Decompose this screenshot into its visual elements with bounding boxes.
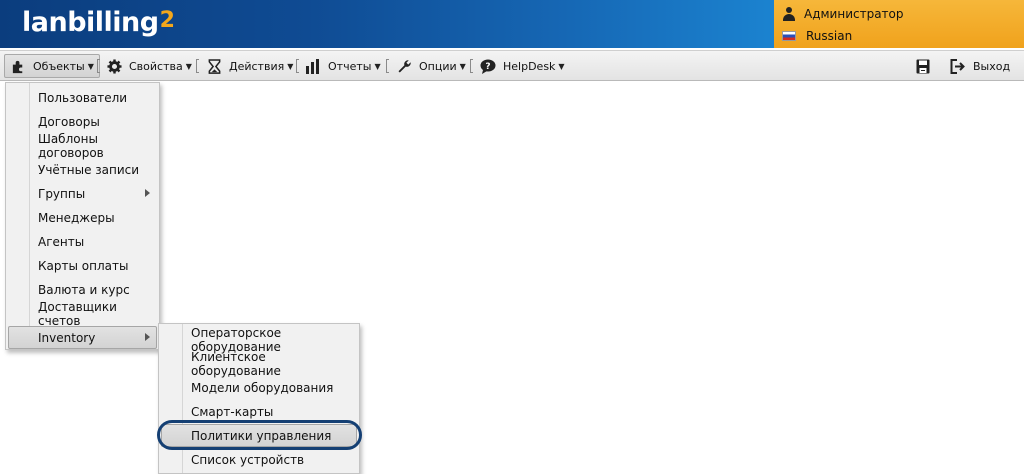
svg-text:?: ? <box>485 62 490 72</box>
menu-actions[interactable]: Действия ▼ <box>200 54 299 78</box>
menu-item-equipment-models[interactable]: Модели оборудования <box>161 376 357 399</box>
logout-icon <box>950 58 966 74</box>
toolbar-separator <box>470 59 473 73</box>
menu-item-contracts[interactable]: Договоры <box>8 110 157 133</box>
puzzle-icon <box>10 58 26 74</box>
menu-item-managers[interactable]: Менеджеры <box>8 206 157 229</box>
russian-flag-icon <box>782 31 796 41</box>
menu-item-accounts[interactable]: Учётные записи <box>8 158 157 181</box>
menu-item-client-equipment[interactable]: Клиентское оборудование <box>161 349 357 378</box>
bar-chart-icon <box>305 58 321 74</box>
menu-item-device-list[interactable]: Список устройств <box>161 448 357 471</box>
current-user[interactable]: Администратор <box>782 4 904 24</box>
menu-item-management-policies[interactable]: Политики управления <box>161 424 357 447</box>
menu-item-label: Клиентское оборудование <box>191 349 281 378</box>
menu-item-label: Карты оплаты <box>38 258 129 273</box>
menu-helpdesk[interactable]: ? HelpDesk ▼ <box>474 54 571 78</box>
chevron-down-icon: ▼ <box>459 61 466 71</box>
hourglass-icon <box>206 58 222 74</box>
menu-actions-label: Действия <box>229 59 285 73</box>
menu-item-users[interactable]: Пользователи <box>8 86 157 109</box>
chevron-down-icon: ▼ <box>185 61 192 71</box>
menu-item-label: Inventory <box>38 330 96 345</box>
submenu-arrow-icon <box>145 333 150 341</box>
username-label: Администратор <box>804 7 904 21</box>
menu-item-label: Пользователи <box>38 90 128 105</box>
floppy-disk-icon <box>915 58 931 74</box>
user-icon <box>782 7 796 21</box>
menu-helpdesk-label: HelpDesk <box>503 59 556 73</box>
menu-item-label: Шаблоны договоров <box>38 131 104 160</box>
menu-options-label: Опции <box>419 59 457 73</box>
menu-properties-label: Свойства <box>129 59 183 73</box>
objects-dropdown-menu: Пользователи Договоры Шаблоны договоров … <box>5 82 160 350</box>
menu-item-label: Агенты <box>38 234 85 249</box>
menu-item-invoice-deliverers[interactable]: Доставщики счетов <box>8 299 157 328</box>
exit-label: Выход <box>973 59 1011 73</box>
logo-superscript: 2 <box>159 8 175 33</box>
toolbar-separator <box>196 59 199 73</box>
menu-item-label: Менеджеры <box>38 210 115 225</box>
menu-item-inventory[interactable]: Inventory <box>8 326 157 349</box>
main-toolbar: Объекты ▼ Свойства ▼ Действия ▼ Отчеты ▼… <box>0 50 1024 81</box>
menu-item-label: Учётные записи <box>38 162 140 177</box>
logo-text: lanbilling <box>22 7 159 38</box>
user-panel: Администратор Russian <box>774 0 1024 48</box>
menu-properties[interactable]: Свойства ▼ <box>100 54 198 78</box>
chevron-down-icon: ▼ <box>87 61 94 71</box>
menu-item-label: Политики управления <box>191 428 332 443</box>
save-layout-button[interactable] <box>910 54 936 78</box>
language-label: Russian <box>806 29 853 43</box>
menu-item-label: Доставщики счетов <box>38 299 117 328</box>
menu-reports[interactable]: Отчеты ▼ <box>299 54 387 78</box>
submenu-arrow-icon <box>145 189 150 197</box>
menu-item-contract-templates[interactable]: Шаблоны договоров <box>8 131 157 160</box>
menu-objects-label: Объекты <box>33 59 85 73</box>
menu-reports-label: Отчеты <box>328 59 372 73</box>
wrench-icon <box>396 58 412 74</box>
menu-item-payment-cards[interactable]: Карты оплаты <box>8 254 157 277</box>
menu-item-smart-cards[interactable]: Смарт-карты <box>161 400 357 423</box>
inventory-submenu: Операторское оборудование Клиентское обо… <box>158 323 360 474</box>
chevron-down-icon: ▼ <box>287 61 294 71</box>
language-selector[interactable]: Russian <box>782 26 852 46</box>
chevron-down-icon: ▼ <box>558 61 565 71</box>
menu-item-label: Модели оборудования <box>191 380 334 395</box>
gear-icon <box>106 58 122 74</box>
menu-options[interactable]: Опции ▼ <box>390 54 472 78</box>
app-logo[interactable]: lanbilling2 <box>22 7 175 38</box>
exit-button[interactable]: Выход <box>944 54 1016 78</box>
menu-item-operator-equipment[interactable]: Операторское оборудование <box>161 326 357 354</box>
chevron-down-icon: ▼ <box>374 61 381 71</box>
menu-item-label: Договоры <box>38 114 100 129</box>
menu-item-label: Валюта и курс <box>38 282 130 297</box>
menu-item-label: Группы <box>38 186 86 201</box>
menu-item-label: Список устройств <box>191 452 305 467</box>
menu-item-agents[interactable]: Агенты <box>8 230 157 253</box>
menu-item-groups[interactable]: Группы <box>8 182 157 205</box>
menu-item-currency-rates[interactable]: Валюта и курс <box>8 278 157 301</box>
menu-objects[interactable]: Объекты ▼ <box>4 54 100 78</box>
speech-bubble-icon: ? <box>480 58 496 74</box>
menu-item-label: Смарт-карты <box>191 404 274 419</box>
toolbar-separator <box>386 59 389 73</box>
